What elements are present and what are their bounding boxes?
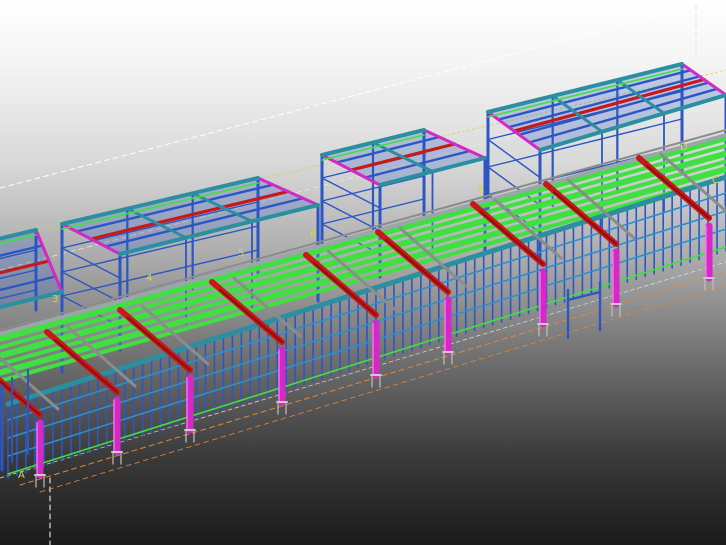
grid-label-3: 3 [52, 294, 58, 305]
girt [61, 271, 121, 303]
grid-label-6: 6 [310, 229, 316, 240]
long-building-layer [0, 129, 726, 488]
girt [321, 200, 381, 232]
grid-label-d: D [680, 142, 688, 153]
grid-label-a: A [18, 470, 25, 481]
structural-3d-model[interactable]: A 3 4 5 6 8 D C [0, 0, 726, 545]
grid-label-4: 4 [146, 273, 152, 284]
grid-label-c: C [712, 175, 719, 186]
grid-label-5: 5 [238, 248, 244, 259]
girt [61, 247, 121, 279]
dashed-box-edge [699, 4, 726, 13]
girt [321, 177, 381, 209]
grid-label-8: 8 [478, 185, 484, 196]
model-viewport[interactable]: A 3 4 5 6 8 D C [0, 0, 726, 545]
